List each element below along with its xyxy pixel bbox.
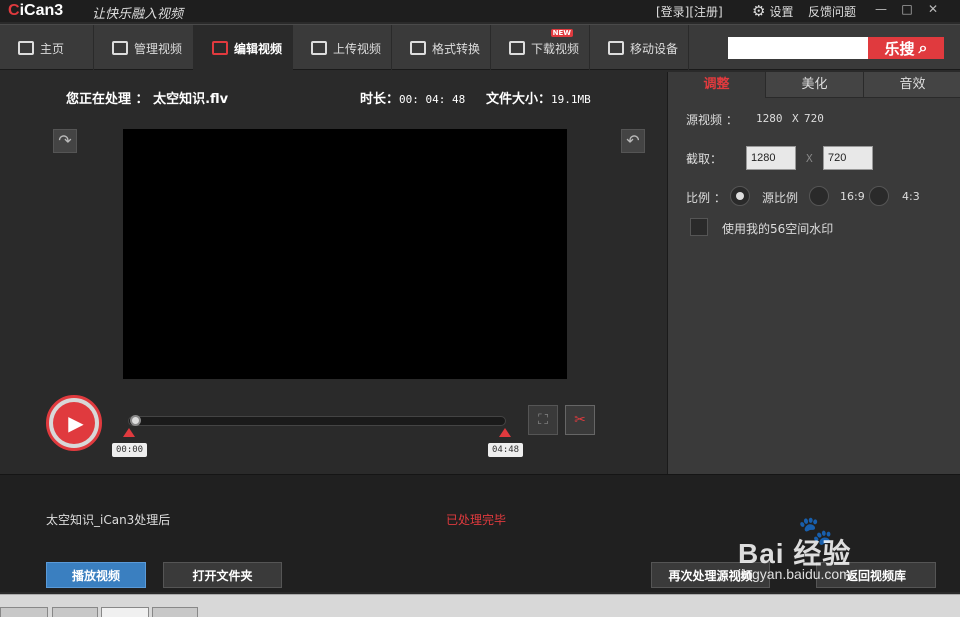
nav-manage-video[interactable]: 管理视频	[94, 25, 194, 71]
upload-icon	[311, 41, 327, 55]
end-time-label: 04:48	[488, 443, 524, 457]
crop-height-input[interactable]	[823, 146, 873, 170]
nav-mobile-device-label: 移动设备	[630, 41, 679, 56]
search-button[interactable]: 乐搜 ⌕	[868, 37, 944, 59]
download-icon	[509, 41, 525, 55]
window-controls: — □ ✕	[868, 0, 946, 18]
watermark-url: jingyan.baidu.com	[738, 566, 851, 582]
open-folder-button[interactable]: 打开文件夹	[163, 562, 282, 588]
source-width: 1280	[756, 112, 783, 125]
start-marker[interactable]	[123, 428, 135, 437]
source-x: X	[792, 112, 799, 125]
nav-manage-video-label: 管理视频	[134, 41, 183, 56]
nav-download-video[interactable]: 下载视频 NEW	[491, 25, 590, 71]
nav-home-label: 主页	[40, 41, 65, 56]
ratio-label: 比例 ：	[686, 191, 726, 205]
edit-video-icon	[212, 41, 228, 55]
ratio-16-9-radio[interactable]	[809, 186, 829, 206]
filesize-info: 文件大小：19.1MB	[486, 88, 591, 107]
login-register-link[interactable]: [登录][注册]	[656, 3, 723, 20]
maximize-button[interactable]: □	[894, 0, 920, 18]
tab-sound-effect[interactable]: 音效	[864, 72, 960, 98]
play-button[interactable]: ▶	[46, 395, 102, 451]
timeline-track[interactable]	[128, 416, 506, 426]
processing-filename: 太空知识.flv	[153, 92, 229, 107]
nav-mobile-device[interactable]: 移动设备	[590, 25, 689, 71]
app-logo: CiCan3	[8, 2, 64, 19]
close-button[interactable]: ✕	[920, 0, 946, 18]
os-taskbar	[0, 594, 960, 617]
filesize-value: 19.1MB	[551, 93, 591, 106]
home-icon	[18, 41, 34, 55]
taskbar-item-active[interactable]	[101, 607, 149, 617]
timeline-thumb[interactable]	[130, 415, 141, 426]
panel-tabs: 调整 美化 音效	[668, 72, 960, 98]
manage-video-icon	[112, 41, 128, 55]
search-button-label: 乐搜	[884, 39, 915, 58]
play-video-button[interactable]: 播放视频	[46, 562, 146, 588]
cut-button[interactable]: ✂	[565, 405, 595, 435]
ratio-16-9-label: 16:9	[840, 190, 865, 203]
nav-upload-video-label: 上传视频	[333, 41, 382, 56]
rotate-right-button[interactable]: ↷	[53, 129, 77, 153]
crop-label: 截取：	[686, 152, 723, 166]
scissors-icon: ✂	[574, 412, 586, 428]
ratio-source-label: 源比例	[762, 191, 799, 205]
taskbar-item[interactable]	[52, 607, 98, 617]
play-icon: ▶	[68, 411, 84, 435]
rotate-left-icon: ↶	[626, 131, 640, 150]
rotate-right-icon: ↷	[58, 131, 72, 150]
gear-icon: ⚙	[752, 2, 766, 20]
nav-format-convert-label: 格式转换	[432, 41, 481, 56]
duration-value: 00: 04: 48	[399, 93, 466, 106]
nav-upload-video[interactable]: 上传视频	[293, 25, 392, 71]
fullscreen-button[interactable]: ⛶	[528, 405, 558, 435]
settings-label: 设置	[769, 4, 794, 19]
search-icon: ⌕	[918, 38, 928, 57]
output-filename: 太空知识_iCan3处理后	[46, 513, 171, 527]
fullscreen-icon: ⛶	[538, 412, 548, 428]
ratio-4-3-label: 4:3	[902, 190, 920, 203]
new-badge: NEW	[550, 29, 573, 37]
feedback-link[interactable]: 反馈问题	[808, 3, 856, 20]
title-bar: CiCan3 让快乐融入视频 [登录][注册] ⚙ 设置 反馈问题 — □ ✕	[0, 0, 960, 22]
process-status: 已处理完毕	[446, 513, 507, 527]
crop-width-input[interactable]	[746, 146, 796, 170]
search-input[interactable]	[728, 37, 868, 59]
taskbar-item[interactable]	[152, 607, 198, 617]
mobile-icon	[608, 41, 624, 55]
main-nav: 主页 管理视频 编辑视频 上传视频 格式转换 下载视频 NEW 移动设备 乐搜 …	[0, 24, 960, 71]
rotate-left-button[interactable]: ↶	[621, 129, 645, 153]
convert-icon	[410, 41, 426, 55]
nav-edit-video[interactable]: 编辑视频	[194, 25, 293, 71]
nav-download-video-label: 下载视频	[531, 41, 580, 56]
watermark-checkbox[interactable]	[690, 218, 708, 236]
watermark-label: 使用我的56空间水印	[722, 222, 834, 236]
duration-label: 时长：	[360, 92, 400, 107]
nav-format-convert[interactable]: 格式转换	[392, 25, 491, 71]
duration-info: 时长：00: 04: 48	[360, 88, 465, 107]
processing-label: 您正在处理 ：	[66, 92, 149, 107]
start-time-label: 00:00	[112, 443, 148, 457]
nav-home[interactable]: 主页	[0, 25, 94, 71]
tab-adjust[interactable]: 调整	[668, 72, 766, 98]
ratio-source-radio[interactable]	[730, 186, 750, 206]
filesize-label: 文件大小：	[486, 92, 552, 107]
processing-info: 您正在处理 ： 太空知识.flv	[66, 88, 228, 107]
app-slogan: 让快乐融入视频	[92, 7, 184, 22]
crop-x: X	[806, 152, 813, 165]
baidu-watermark: 🐾 Bai 经验 jingyan.baidu.com	[738, 514, 938, 594]
video-preview[interactable]	[123, 129, 567, 379]
ratio-4-3-radio[interactable]	[869, 186, 889, 206]
minimize-button[interactable]: —	[868, 0, 894, 18]
settings-button[interactable]: ⚙ 设置	[752, 2, 793, 20]
taskbar-item[interactable]	[0, 607, 48, 617]
nav-edit-video-label: 编辑视频	[234, 41, 283, 56]
end-marker[interactable]	[499, 428, 511, 437]
source-height: 720	[804, 112, 824, 125]
source-video-label: 源视频 ：	[686, 113, 738, 127]
tab-beautify[interactable]: 美化	[766, 72, 864, 98]
adjust-panel: 调整 美化 音效 源视频 ： 1280 X 720 截取： X 比例 ： 源比例…	[667, 72, 960, 474]
